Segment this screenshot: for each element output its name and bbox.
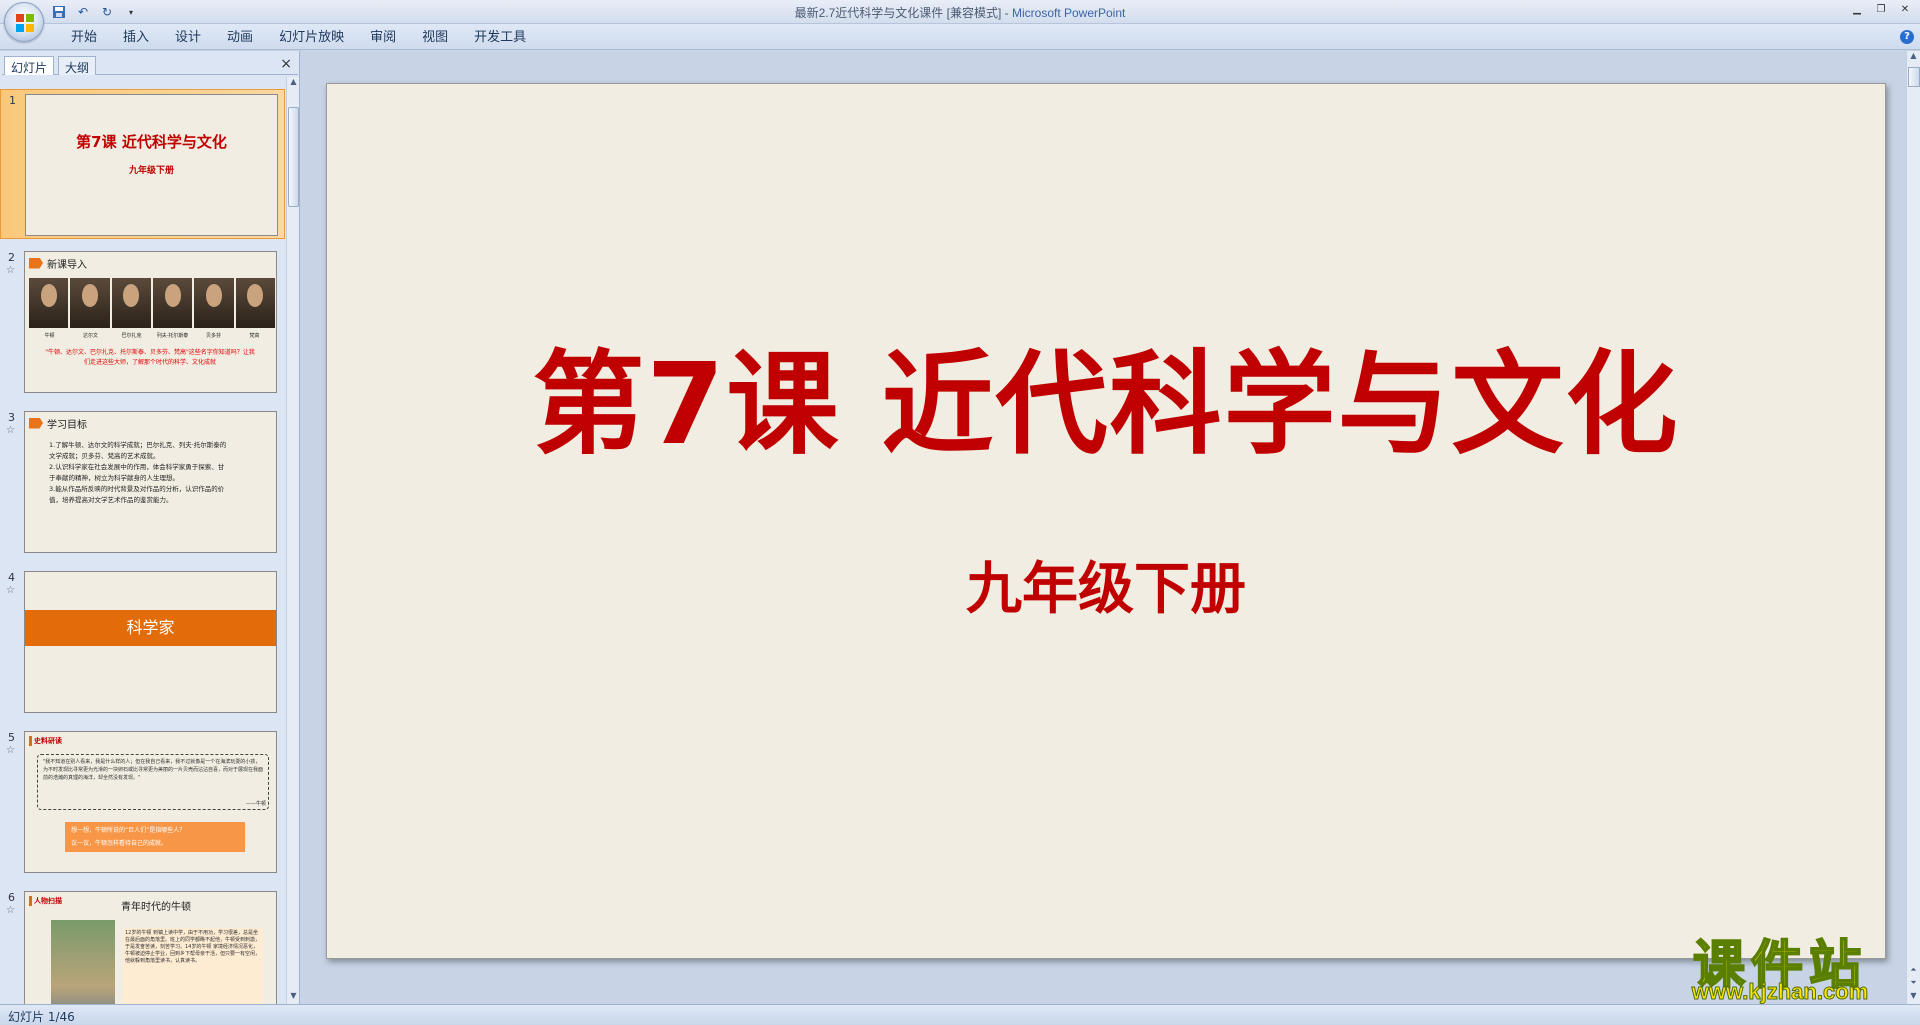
tab-home[interactable]: 开始 xyxy=(58,29,110,47)
portrait-image xyxy=(29,278,69,328)
slide-preview: 学习目标 1.了解牛顿、达尔文的科学成就；巴尔扎克、列夫·托尔斯泰的 文学成就；… xyxy=(24,411,277,553)
thumb-subtitle: 九年级下册 xyxy=(128,166,174,176)
slide-number: 5 xyxy=(8,731,15,744)
animation-star-icon: ☆ xyxy=(6,905,15,916)
minimize-icon[interactable]: ▁ xyxy=(1846,2,1868,18)
tab-outline[interactable]: 大纲 xyxy=(58,56,97,75)
tab-developer[interactable]: 开发工具 xyxy=(461,29,539,47)
portrait-names: 牛顿 达尔文 巴尔扎克 列夫·托尔斯泰 贝多芬 梵高 xyxy=(44,333,260,339)
office-button[interactable] xyxy=(4,2,44,42)
slide-preview: 人物扫描 青年时代的牛顿 12岁的牛顿 到镇上读中学，由于不用功，学习很差，总是… xyxy=(24,891,277,1004)
section-band: 科学家 xyxy=(25,610,276,646)
office-logo-icon xyxy=(16,14,34,32)
quick-access-toolbar: ↶ ↻ ▾ xyxy=(50,3,140,21)
bio-text: 12岁的牛顿 到镇上读中学，由于不用功，学习很差，总是坐在最后面的角落里。班上的… xyxy=(123,928,263,1004)
quote-author: ——牛顿 xyxy=(245,801,266,807)
portrait-image xyxy=(111,278,151,328)
slide-number: 3 xyxy=(8,411,15,424)
thumbnail-scrollbar[interactable]: ▲ ▼ xyxy=(286,77,299,1004)
goal-list: 1.了解牛顿、达尔文的科学成就；巴尔扎克、列夫·托尔斯泰的 文学成就；贝多芬、梵… xyxy=(49,441,227,504)
slides-panel: 幻灯片 大纲 × 1 第7课 近代科学与文化 九年级下册 2 ☆ 新课导入 牛顿… xyxy=(0,51,300,1004)
portrait-row xyxy=(29,278,275,328)
slide-thumbnail-6[interactable]: 6 ☆ 人物扫描 青年时代的牛顿 12岁的牛顿 到镇上读中学，由于不用功，学习很… xyxy=(0,887,285,1004)
thumb-tag: 人物扫描 xyxy=(29,896,62,906)
portrait-image xyxy=(152,278,193,328)
window-controls: ▁ ❐ ✕ xyxy=(1846,2,1916,18)
restore-icon[interactable]: ❐ xyxy=(1870,2,1892,18)
tab-insert[interactable]: 插入 xyxy=(110,29,162,47)
site-watermark: 课件站 www.kjzhan.com xyxy=(1660,923,1900,1005)
slide-number: 4 xyxy=(8,571,15,584)
previous-slide-icon[interactable]: ⏶ xyxy=(1907,965,1920,978)
portrait-image xyxy=(235,278,275,328)
portrait-image xyxy=(194,278,234,328)
watermark-url: www.kjzhan.com xyxy=(1691,979,1869,1005)
ribbon: 开始 插入 设计 动画 幻灯片放映 审阅 视图 开发工具 ? xyxy=(0,24,1920,50)
thumb-heading: 青年时代的牛顿 xyxy=(121,902,191,913)
slide-thumbnail-1[interactable]: 1 第7课 近代科学与文化 九年级下册 xyxy=(0,89,285,239)
undo-icon[interactable]: ↶ xyxy=(74,3,92,21)
quote-box: "我不知道在别人看来，我是什么样的人；但在我自己看来，我不过就像是一个在海滨玩耍… xyxy=(37,754,269,810)
slide-preview: 科学家 xyxy=(24,571,277,713)
slide-number: 1 xyxy=(9,94,16,107)
scroll-down-icon[interactable]: ▼ xyxy=(1907,991,1920,1004)
slide-preview: 新课导入 牛顿 达尔文 巴尔扎克 列夫·托尔斯泰 贝多芬 梵高 "牛顿、达尔文、巴尔扎克、… xyxy=(24,251,277,393)
ribbon-tabs: 开始 插入 设计 动画 幻灯片放映 审阅 视图 开发工具 xyxy=(58,29,539,47)
slide-subtitle[interactable]: 九年级下册 xyxy=(327,544,1885,625)
thumb-tag: 史料研读 xyxy=(29,736,62,746)
window-title: 最新2.7近代科学与文化课件 [兼容模式] - Microsoft PowerP… xyxy=(794,6,1126,20)
close-icon[interactable]: ✕ xyxy=(1894,2,1916,18)
panel-tabs: 幻灯片 大纲 × xyxy=(2,53,298,75)
animation-star-icon: ☆ xyxy=(6,425,15,436)
thumb-heading: 学习目标 xyxy=(29,416,87,431)
scroll-up-icon[interactable]: ▲ xyxy=(287,77,300,90)
customize-qat-icon[interactable]: ▾ xyxy=(122,3,140,21)
slide-thumbnail-5[interactable]: 5 ☆ 史料研读 "我不知道在别人看来，我是什么样的人；但在我自己看来，我不过就… xyxy=(0,727,285,877)
current-slide[interactable]: 第7课 近代科学与文化 九年级下册 xyxy=(326,83,1886,959)
question-box: 想一想，牛顿所说的“巨人们”是指哪些人？ 议一议，牛顿怎样看待自己的成就。 xyxy=(65,822,245,852)
scroll-thumb[interactable] xyxy=(1908,67,1920,87)
tag-arrow-icon xyxy=(29,417,43,429)
slide-editor: 第7课 近代科学与文化 九年级下册 ▲ ⏶ ⏷ ▼ xyxy=(306,51,1920,1004)
animation-star-icon: ☆ xyxy=(6,585,15,596)
newton-image xyxy=(51,920,115,1004)
tab-review[interactable]: 审阅 xyxy=(357,29,409,47)
thumb-title: 第7课 近代科学与文化 xyxy=(76,133,227,151)
intro-text: "牛顿、达尔文、巴尔扎克、托尔斯泰、贝多芬、梵高"这些名字你知道吗？让我们走进这… xyxy=(45,349,255,366)
help-icon[interactable]: ? xyxy=(1900,30,1914,44)
slide-thumbnail-2[interactable]: 2 ☆ 新课导入 牛顿 达尔文 巴尔扎克 列夫·托尔斯泰 贝多芬 梵高 "牛顿、达尔文、巴… xyxy=(0,247,285,397)
portrait-image xyxy=(70,278,110,328)
thumb-heading: 新课导入 xyxy=(29,256,87,271)
animation-star-icon: ☆ xyxy=(6,265,15,276)
slide-number: 2 xyxy=(8,251,15,264)
tag-arrow-icon xyxy=(29,257,43,269)
tab-design[interactable]: 设计 xyxy=(162,29,214,47)
title-bar: ↶ ↻ ▾ 最新2.7近代科学与文化课件 [兼容模式] - Microsoft … xyxy=(0,0,1920,24)
scroll-thumb[interactable] xyxy=(288,107,299,207)
status-bar: 幻灯片 1/46 xyxy=(0,1004,1920,1025)
slide-title[interactable]: 第7课 近代科学与文化 xyxy=(327,314,1885,476)
slide-preview: 史料研读 "我不知道在别人看来，我是什么样的人；但在我自己看来，我不过就像是一个… xyxy=(24,731,277,873)
next-slide-icon[interactable]: ⏷ xyxy=(1907,978,1920,991)
slide-counter: 幻灯片 1/46 xyxy=(8,1010,75,1024)
animation-star-icon: ☆ xyxy=(6,745,15,756)
slide-number: 6 xyxy=(8,891,15,904)
tab-animations[interactable]: 动画 xyxy=(214,29,266,47)
redo-icon[interactable]: ↻ xyxy=(98,3,116,21)
scroll-down-icon[interactable]: ▼ xyxy=(287,991,300,1004)
slide-preview: 第7课 近代科学与文化 九年级下册 xyxy=(25,94,278,236)
scroll-up-icon[interactable]: ▲ xyxy=(1907,51,1920,64)
slide-thumbnail-list: 1 第7课 近代科学与文化 九年级下册 2 ☆ 新课导入 牛顿 达尔文 巴尔扎克… xyxy=(0,77,285,1004)
tab-slide-show[interactable]: 幻灯片放映 xyxy=(266,29,357,47)
tab-view[interactable]: 视图 xyxy=(409,29,461,47)
close-panel-icon[interactable]: × xyxy=(280,56,292,72)
tab-slides[interactable]: 幻灯片 xyxy=(4,56,55,75)
slide-thumbnail-4[interactable]: 4 ☆ 科学家 xyxy=(0,567,285,717)
editor-scrollbar[interactable]: ▲ ⏶ ⏷ ▼ xyxy=(1906,51,1920,1004)
slide-thumbnail-3[interactable]: 3 ☆ 学习目标 1.了解牛顿、达尔文的科学成就；巴尔扎克、列夫·托尔斯泰的 文… xyxy=(0,407,285,557)
save-icon[interactable] xyxy=(50,3,68,21)
